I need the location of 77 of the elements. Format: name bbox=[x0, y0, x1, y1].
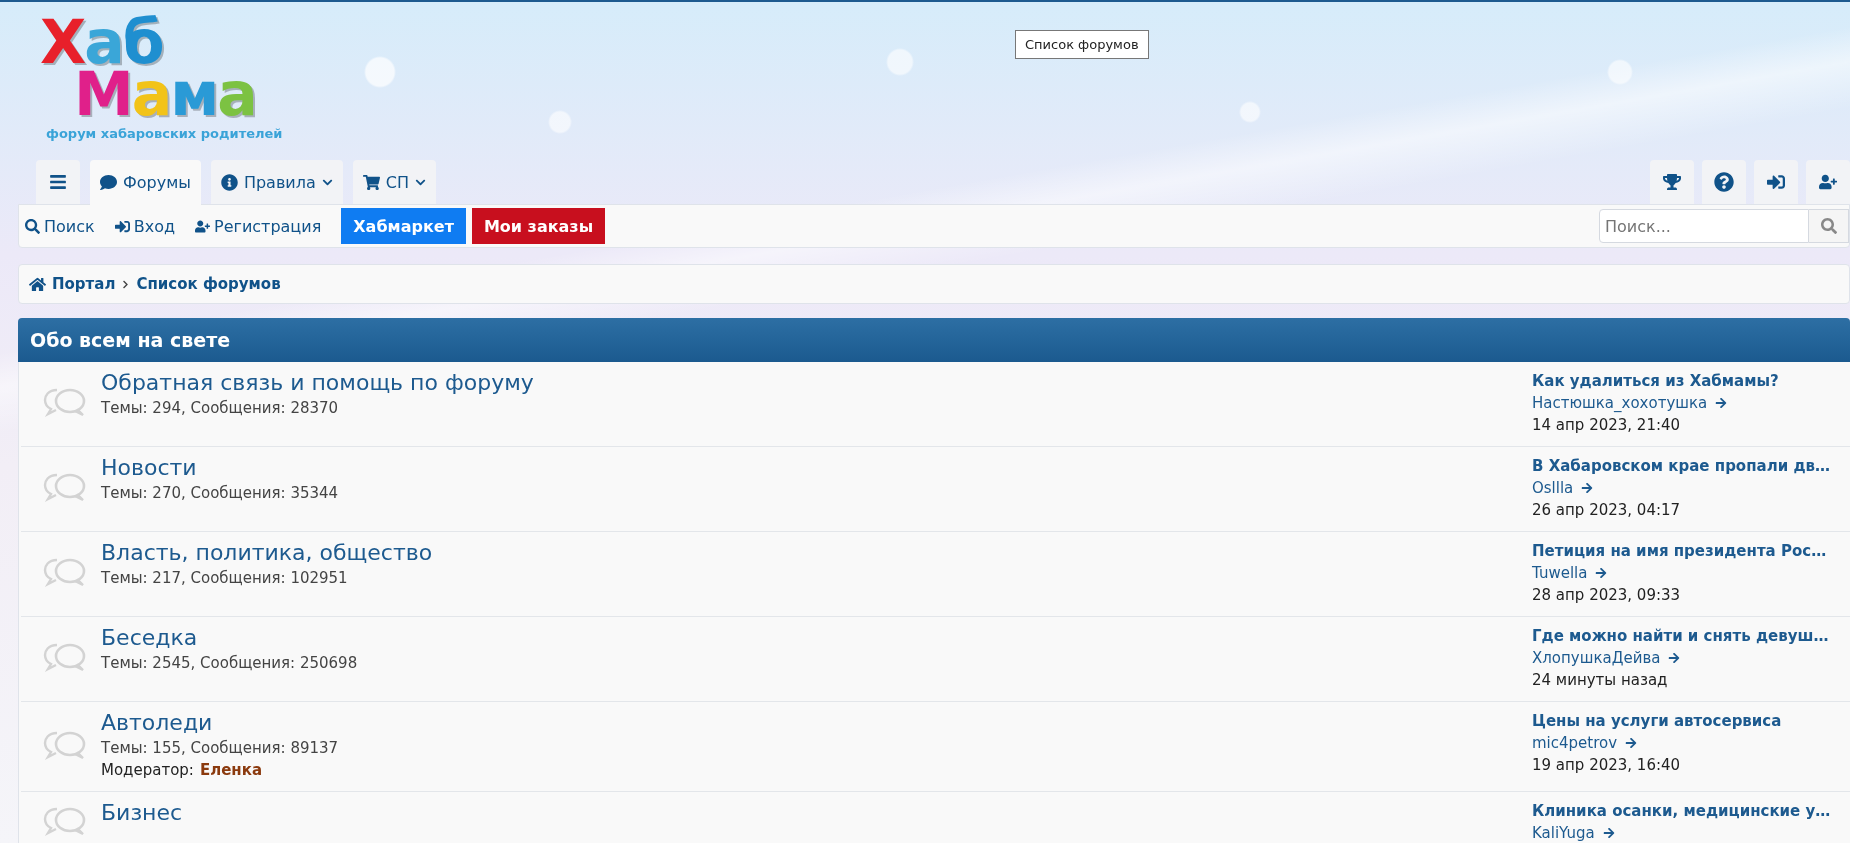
forum-icon bbox=[43, 556, 87, 588]
author-link[interactable]: KaliYuga bbox=[1532, 824, 1595, 842]
forum-title[interactable]: Бизнес bbox=[101, 800, 183, 825]
login-button[interactable] bbox=[1754, 160, 1798, 204]
search-icon bbox=[25, 218, 40, 234]
nav-button[interactable]: Мои заказы bbox=[471, 208, 606, 244]
forum-title[interactable]: Новости bbox=[101, 455, 197, 480]
last-post-title[interactable]: Петиция на имя президента Рос… bbox=[1532, 542, 1827, 560]
arrow-right-icon[interactable] bbox=[1595, 567, 1608, 579]
forum-stats: Темы: 270, Сообщения: 35344 bbox=[101, 484, 339, 502]
forum-title[interactable]: Беседка bbox=[101, 625, 198, 650]
post-date: 26 апр 2023, 04:17 bbox=[1532, 501, 1681, 519]
search-field[interactable]: Поиск... bbox=[1599, 209, 1809, 243]
menu-icon bbox=[49, 173, 67, 191]
forum-icon bbox=[43, 386, 87, 418]
sign-in-icon bbox=[114, 218, 130, 234]
search-button[interactable] bbox=[1809, 209, 1849, 243]
nav-button[interactable]: Хабмаркет bbox=[341, 208, 466, 244]
forum-icon bbox=[43, 641, 87, 673]
post-date: 19 апр 2023, 16:40 bbox=[1532, 756, 1681, 774]
nav-link[interactable]: Регистрация bbox=[195, 216, 322, 236]
forum-stats: Темы: 294, Сообщения: 28370 bbox=[101, 399, 339, 417]
breadcrumb-link[interactable]: Портал bbox=[52, 275, 116, 293]
trophy-icon bbox=[1663, 173, 1681, 191]
forum-stats: Темы: 217, Сообщения: 102951 bbox=[101, 569, 348, 587]
nav-link[interactable]: Вход bbox=[114, 216, 175, 236]
post-date: 14 апр 2023, 21:40 bbox=[1532, 416, 1681, 434]
author-link[interactable]: mic4petrov bbox=[1532, 734, 1618, 752]
forum-icon bbox=[43, 471, 87, 503]
arrow-right-icon[interactable] bbox=[1715, 397, 1728, 409]
user-plus-icon bbox=[1819, 173, 1837, 191]
logo-text[interactable]: Хаб bbox=[40, 16, 283, 68]
logo-text[interactable]: Мама bbox=[74, 68, 283, 120]
last-post-title[interactable]: В Хабаровском крае пропали дв… bbox=[1532, 457, 1830, 475]
arrow-right-icon[interactable] bbox=[1602, 827, 1615, 839]
tooltip: Список форумов bbox=[1015, 30, 1149, 59]
menu-button[interactable] bbox=[36, 160, 80, 204]
user-plus-icon bbox=[195, 218, 210, 234]
trophy-button[interactable] bbox=[1650, 160, 1694, 204]
post-date: 24 минуты назад bbox=[1532, 671, 1668, 689]
author-link[interactable]: ХлопушкаДейва bbox=[1532, 649, 1661, 667]
arrow-right-icon[interactable] bbox=[1668, 652, 1681, 664]
author-link[interactable]: Oslllа bbox=[1532, 479, 1574, 497]
post-date: 28 апр 2023, 09:33 bbox=[1532, 586, 1681, 604]
arrow-right-icon[interactable] bbox=[1581, 482, 1594, 494]
nav-tab[interactable]: Форумы bbox=[90, 160, 201, 205]
help-icon bbox=[1714, 172, 1734, 192]
moderator-label: Модератор: bbox=[101, 761, 194, 779]
nav-tab[interactable]: СП bbox=[352, 160, 436, 204]
last-post-title[interactable]: Клиника осанки, медицинские у… bbox=[1532, 802, 1831, 820]
comment-icon bbox=[100, 174, 117, 191]
breadcrumb-link[interactable]: Список форумов bbox=[136, 275, 281, 293]
info-icon bbox=[220, 173, 238, 191]
forum-title[interactable]: Власть, политика, общество bbox=[101, 540, 433, 565]
arrow-right-icon[interactable] bbox=[1625, 737, 1638, 749]
nav-link[interactable]: Поиск bbox=[25, 216, 95, 236]
last-post-title[interactable]: Цены на услуги автосервиса bbox=[1532, 712, 1782, 730]
chevron-icon bbox=[121, 279, 131, 289]
author-link[interactable]: Tuwella bbox=[1532, 564, 1588, 582]
forum-title[interactable]: Автоледи bbox=[101, 710, 213, 735]
help-button[interactable] bbox=[1702, 160, 1746, 204]
forum-stats: Темы: 2545, Сообщения: 250698 bbox=[101, 654, 358, 672]
search-icon bbox=[1820, 218, 1837, 234]
last-post-title[interactable]: Где можно найти и снять девуш… bbox=[1532, 627, 1829, 645]
home-icon bbox=[29, 275, 46, 293]
category-header[interactable]: Обо всем на свете bbox=[18, 318, 1850, 362]
last-post-title[interactable]: Как удалиться из Хабмамы? bbox=[1532, 372, 1779, 390]
sign-in-icon bbox=[1767, 173, 1785, 191]
forum-title[interactable]: Обратная связь и помощь по форуму bbox=[101, 370, 534, 395]
cart-icon bbox=[362, 173, 380, 191]
nav-tab[interactable]: Правила bbox=[210, 160, 343, 204]
register-button[interactable] bbox=[1806, 160, 1850, 204]
moderator-link[interactable]: Еленка bbox=[199, 761, 262, 779]
author-link[interactable]: Настюшка_хохотушка bbox=[1532, 394, 1708, 412]
forum-icon bbox=[43, 805, 87, 837]
forum-stats: Темы: 155, Сообщения: 89137 bbox=[101, 739, 339, 757]
logo-subtitle: форум хабаровских родителей bbox=[46, 126, 283, 141]
